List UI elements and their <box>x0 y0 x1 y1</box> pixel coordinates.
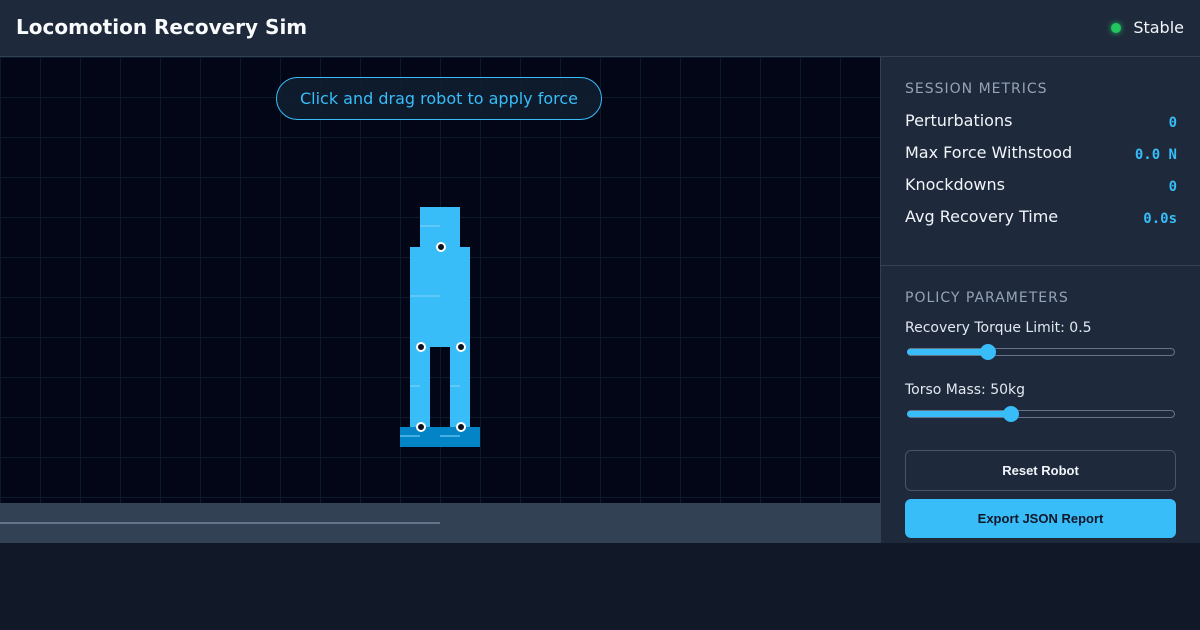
metric-label: Max Force Withstood <box>905 143 1073 162</box>
mass-label: Torso Mass: 50kg <box>905 382 1026 398</box>
section-divider <box>881 265 1200 266</box>
policy-parameters: POLICY PARAMETERS Recovery Torque Limit:… <box>905 290 1177 424</box>
export-json-button[interactable]: Export JSON Report <box>905 499 1176 538</box>
simulation-canvas[interactable]: Click and drag robot to apply force <box>0 57 880 503</box>
torque-slider[interactable] <box>905 342 1177 362</box>
app-header: Locomotion Recovery Sim Stable <box>0 0 1200 57</box>
robot[interactable] <box>0 57 880 503</box>
slider-thumb[interactable] <box>980 344 997 360</box>
ground <box>0 503 880 543</box>
metric-perturbations: Perturbations 0 <box>905 111 1177 143</box>
metric-knockdowns: Knockdowns 0 <box>905 175 1177 207</box>
left-hip-joint-icon <box>416 342 426 352</box>
metric-avg-recovery: Avg Recovery Time 0.0s <box>905 207 1177 239</box>
right-hip-joint-icon <box>456 342 466 352</box>
metric-label: Avg Recovery Time <box>905 207 1059 226</box>
metric-label: Perturbations <box>905 111 1013 130</box>
status-label: Stable <box>1133 18 1184 37</box>
left-ankle-joint-icon <box>416 422 426 432</box>
metric-value: 0.0s <box>1143 211 1177 227</box>
app-title: Locomotion Recovery Sim <box>16 15 308 39</box>
robot-feet[interactable] <box>400 427 480 447</box>
mass-slider[interactable] <box>905 404 1177 424</box>
slider-fill <box>907 411 1011 417</box>
session-metrics: SESSION METRICS Perturbations 0 Max Forc… <box>905 81 1177 239</box>
sidebar: SESSION METRICS Perturbations 0 Max Forc… <box>880 57 1200 543</box>
metrics-title: SESSION METRICS <box>905 81 1048 97</box>
metric-label: Knockdowns <box>905 175 1005 194</box>
status-indicator: Stable <box>1111 18 1184 37</box>
status-dot-icon <box>1111 22 1122 33</box>
torque-label: Recovery Torque Limit: 0.5 <box>905 320 1092 336</box>
right-ankle-joint-icon <box>456 422 466 432</box>
robot-right-leg[interactable] <box>450 347 470 427</box>
metric-value: 0 <box>1168 179 1177 195</box>
metric-value: 0 <box>1168 115 1177 131</box>
ground-line <box>0 522 440 524</box>
drag-hint: Click and drag robot to apply force <box>276 77 602 120</box>
slider-fill <box>907 349 988 355</box>
robot-head[interactable] <box>420 207 460 247</box>
neck-joint-icon <box>436 242 446 252</box>
robot-left-leg[interactable] <box>410 347 430 427</box>
reset-robot-button[interactable]: Reset Robot <box>905 450 1176 491</box>
metric-max-force: Max Force Withstood 0.0 N <box>905 143 1177 175</box>
metric-value: 0.0 N <box>1134 147 1177 163</box>
robot-torso[interactable] <box>410 247 470 347</box>
params-title: POLICY PARAMETERS <box>905 290 1069 306</box>
slider-thumb[interactable] <box>1003 406 1020 422</box>
